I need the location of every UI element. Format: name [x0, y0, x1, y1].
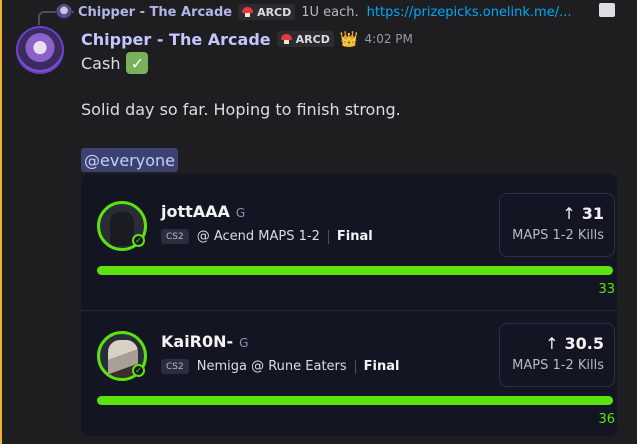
tag-label: ARCD: [295, 32, 330, 46]
game-badge: CS2: [161, 229, 189, 244]
reply-tag-label: ARCD: [257, 5, 292, 19]
reply-text: 1U each.: [301, 4, 359, 20]
pick-card[interactable]: ✓ jottAAA G CS2 @ Acend MAPS 1-2 Final ↑…: [81, 174, 617, 304]
check-mark-icon: ✓: [126, 52, 149, 74]
pick-details: CS2 Nemiga @ Rune Eaters Final: [161, 359, 400, 374]
game-status: Final: [363, 359, 400, 374]
player-silhouette: [110, 212, 134, 246]
reply-avatar[interactable]: [56, 4, 72, 20]
arrow-up-icon: ↑: [562, 204, 576, 223]
player-name: jottAAA G: [161, 202, 245, 221]
progress-bar: [97, 266, 613, 275]
author-name[interactable]: Chipper - The Arcade: [81, 30, 271, 49]
check-badge-icon: ✓: [132, 234, 145, 247]
message-line-cash: Cash ✓: [81, 52, 149, 74]
image-icon: [599, 3, 615, 17]
line-box: ↑ 31 MAPS 1-2 Kills: [499, 193, 615, 257]
line-box: ↑ 30.5 MAPS 1-2 Kills: [499, 323, 615, 387]
message-line-solid-day: Solid day so far. Hoping to finish stron…: [81, 100, 401, 119]
mushroom-icon: [242, 7, 254, 17]
progress-fill: [97, 396, 613, 405]
player-name-text: KaiR0N-: [161, 332, 234, 351]
check-badge-icon: ✓: [132, 364, 145, 377]
pick-details: CS2 @ Acend MAPS 1-2 Final: [161, 229, 373, 244]
result-value: 33: [598, 282, 615, 297]
everyone-mention[interactable]: @everyone: [81, 148, 178, 172]
author-avatar[interactable]: [16, 26, 64, 74]
reply-server-tag: ARCD: [238, 4, 296, 20]
divider: [327, 229, 329, 244]
line-number: 31: [581, 204, 604, 223]
progress-fill: [97, 266, 613, 275]
line-value: ↑ 31: [562, 204, 604, 223]
player-name: KaiR0N- G: [161, 332, 248, 351]
player-name-text: jottAAA: [161, 202, 230, 221]
arrow-up-icon: ↑: [545, 334, 559, 353]
pick-card[interactable]: ✓ KaiR0N- G CS2 Nemiga @ Rune Eaters Fin…: [81, 304, 617, 434]
game-status: Final: [336, 229, 373, 244]
stat-label: MAPS 1-2 Kills: [512, 228, 604, 243]
message-header: Chipper - The Arcade ARCD 👑 4:02 PM: [81, 28, 413, 50]
picks-embed: ✓ jottAAA G CS2 @ Acend MAPS 1-2 Final ↑…: [81, 174, 617, 436]
line-number: 30.5: [564, 334, 604, 353]
reply-preview[interactable]: Chipper - The Arcade ARCD 1U each. https…: [56, 2, 637, 22]
player-position: G: [235, 206, 246, 220]
player-position: G: [239, 336, 249, 350]
progress-bar: [97, 396, 613, 405]
matchup-text: Nemiga @ Rune Eaters: [196, 359, 347, 374]
crown-icon: 👑: [339, 30, 359, 48]
game-badge: CS2: [161, 359, 189, 374]
server-tag[interactable]: ARCD: [276, 31, 334, 47]
timestamp[interactable]: 4:02 PM: [365, 32, 413, 46]
stat-label: MAPS 1-2 Kills: [512, 358, 604, 373]
mushroom-icon: [280, 34, 292, 44]
matchup-text: @ Acend MAPS 1-2: [196, 229, 320, 244]
result-value: 36: [598, 412, 615, 427]
divider: [354, 359, 356, 374]
line-value: ↑ 30.5: [545, 334, 604, 353]
reply-link[interactable]: https://prizepicks.onelink.me/...: [367, 5, 572, 20]
reply-author[interactable]: Chipper - The Arcade: [78, 5, 232, 20]
cash-text: Cash: [81, 53, 121, 73]
